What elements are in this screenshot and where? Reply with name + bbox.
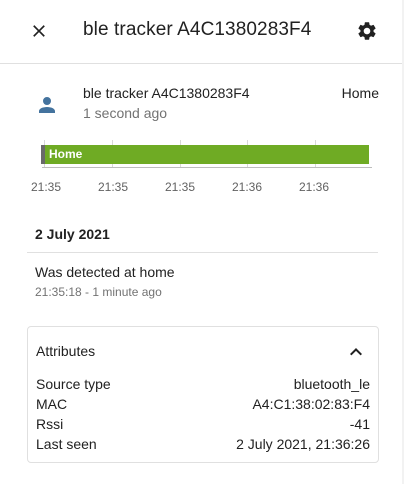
attributes-title: Attributes — [36, 343, 96, 359]
dialog-header: ble tracker A4C1380283F4 — [0, 0, 404, 64]
close-icon — [33, 25, 45, 37]
entity-state: Home — [341, 85, 379, 101]
attribute-row-last-seen: Last seen 2 July 2021, 21:36:26 — [36, 436, 370, 456]
timeline-axis — [42, 167, 372, 168]
timeline-bar-home[interactable]: Home — [45, 145, 369, 164]
timeline-tick-label: 21:36 — [231, 180, 263, 194]
attribute-row-source-type: Source type bluetooth_le — [36, 376, 370, 396]
attribute-key: MAC — [36, 396, 68, 412]
dialog-title: ble tracker A4C1380283F4 — [83, 19, 312, 40]
entity-name: ble tracker A4C1380283F4 — [83, 85, 250, 101]
logbook-divider — [27, 252, 378, 253]
timeline-tick-label: 21:35 — [164, 180, 196, 194]
entity-row: ble tracker A4C1380283F4 1 second ago Ho… — [0, 78, 404, 128]
gear-icon — [358, 22, 376, 40]
more-info-dialog: ble tracker A4C1380283F4 ble tracker A4C… — [0, 0, 404, 484]
account-icon — [39, 97, 55, 113]
attribute-key: Last seen — [36, 436, 97, 452]
timeline-bar-label: Home — [49, 147, 83, 161]
attribute-row-rssi: Rssi -41 — [36, 416, 370, 436]
logbook-entry-time: 21:35:18 - 1 minute ago — [35, 285, 162, 299]
history-timeline: Home 21:35 21:35 21:35 21:36 21:36 — [0, 138, 404, 198]
timeline-tick-label: 21:35 — [30, 180, 62, 194]
timeline-tick-label: 21:35 — [97, 180, 129, 194]
attributes-card: Attributes Source type bluetooth_le MAC … — [27, 326, 379, 463]
chevron-up-icon — [350, 348, 362, 356]
settings-button[interactable] — [351, 15, 383, 47]
logbook-entry-message: Was detected at home — [35, 264, 175, 280]
entity-last-changed: 1 second ago — [83, 105, 168, 121]
timeline-tick-label: 21:36 — [298, 180, 330, 194]
close-button[interactable] — [23, 15, 55, 47]
attribute-value: -41 — [349, 416, 370, 432]
attribute-value: bluetooth_le — [293, 376, 370, 392]
attribute-row-mac: MAC A4:C1:38:02:83:F4 — [36, 396, 370, 416]
attribute-key: Rssi — [36, 416, 64, 432]
attribute-value: A4:C1:38:02:83:F4 — [252, 396, 370, 412]
logbook-date: 2 July 2021 — [35, 226, 110, 242]
attribute-key: Source type — [36, 376, 111, 392]
attribute-value: 2 July 2021, 21:36:26 — [236, 436, 370, 452]
attributes-collapse-button[interactable] — [344, 340, 368, 364]
